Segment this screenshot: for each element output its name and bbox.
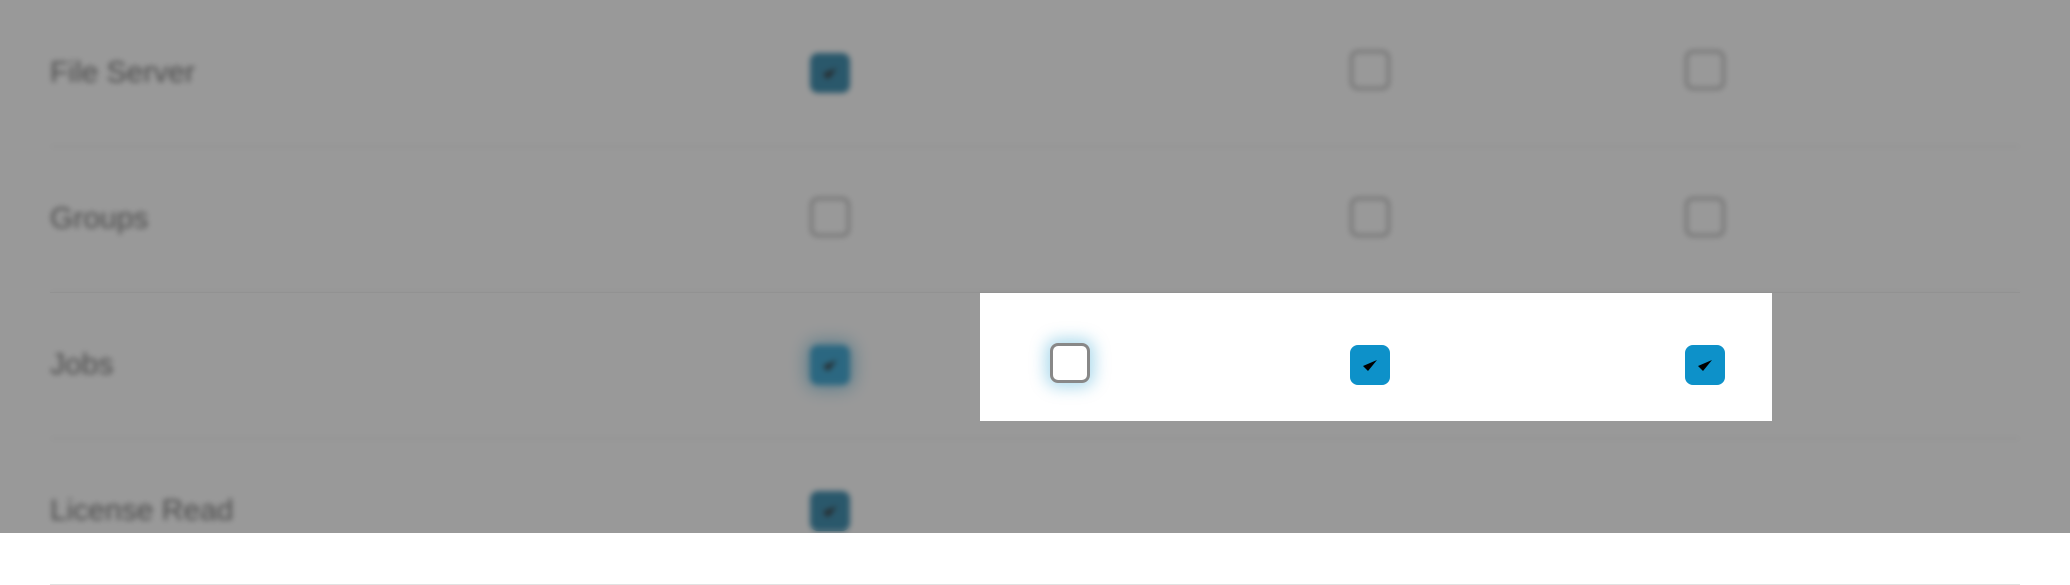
permission-cell [1050, 438, 1310, 584]
permission-cell [1050, 0, 1310, 146]
permission-cell [1050, 292, 1310, 438]
permission-label: License Read [50, 494, 233, 527]
permissions-table-section: File Server Groups Jobs License Read [0, 0, 2070, 533]
table-row: License Read [50, 438, 2020, 584]
permission-checkbox-row0-col2[interactable] [1350, 50, 1390, 90]
permission-checkbox-row2-col2[interactable] [1350, 345, 1390, 385]
permission-checkbox-row1-col2[interactable] [1350, 197, 1390, 237]
permission-cell [1610, 292, 2020, 438]
checkmark-icon [818, 353, 842, 377]
permission-cell [1050, 146, 1310, 292]
permission-cell [770, 438, 1050, 584]
checkmark-icon [1358, 353, 1382, 377]
permission-checkbox-row3-col0[interactable] [810, 491, 850, 531]
permission-checkbox-row0-col3[interactable] [1685, 50, 1725, 90]
permission-cell [1610, 146, 2020, 292]
permissions-table: File Server Groups Jobs License Read [50, 0, 2020, 585]
permission-checkbox-row1-col3[interactable] [1685, 197, 1725, 237]
table-row: Groups [50, 146, 2020, 292]
permission-cell [1310, 0, 1610, 146]
permission-cell [770, 292, 1050, 438]
permission-cell [1610, 0, 2020, 146]
permission-checkbox-row2-col0[interactable] [810, 345, 850, 385]
permission-label: File Server [50, 56, 195, 89]
checkmark-icon [818, 499, 842, 523]
permission-checkbox-row2-col3[interactable] [1685, 345, 1725, 385]
permission-checkbox-row0-col0[interactable] [810, 53, 850, 93]
permission-cell [1610, 438, 2020, 584]
checkmark-icon [1693, 353, 1717, 377]
permission-cell [770, 0, 1050, 146]
permission-cell [770, 146, 1050, 292]
permission-cell [1310, 292, 1610, 438]
permission-checkbox-row2-col1[interactable] [1050, 343, 1090, 383]
permission-cell [1310, 146, 1610, 292]
permission-label: Groups [50, 202, 148, 235]
permission-cell [1310, 438, 1610, 584]
checkmark-icon [818, 61, 842, 85]
permission-checkbox-row1-col0[interactable] [810, 197, 850, 237]
table-row: File Server [50, 0, 2020, 146]
permission-label: Jobs [50, 348, 113, 381]
table-row: Jobs [50, 292, 2020, 438]
